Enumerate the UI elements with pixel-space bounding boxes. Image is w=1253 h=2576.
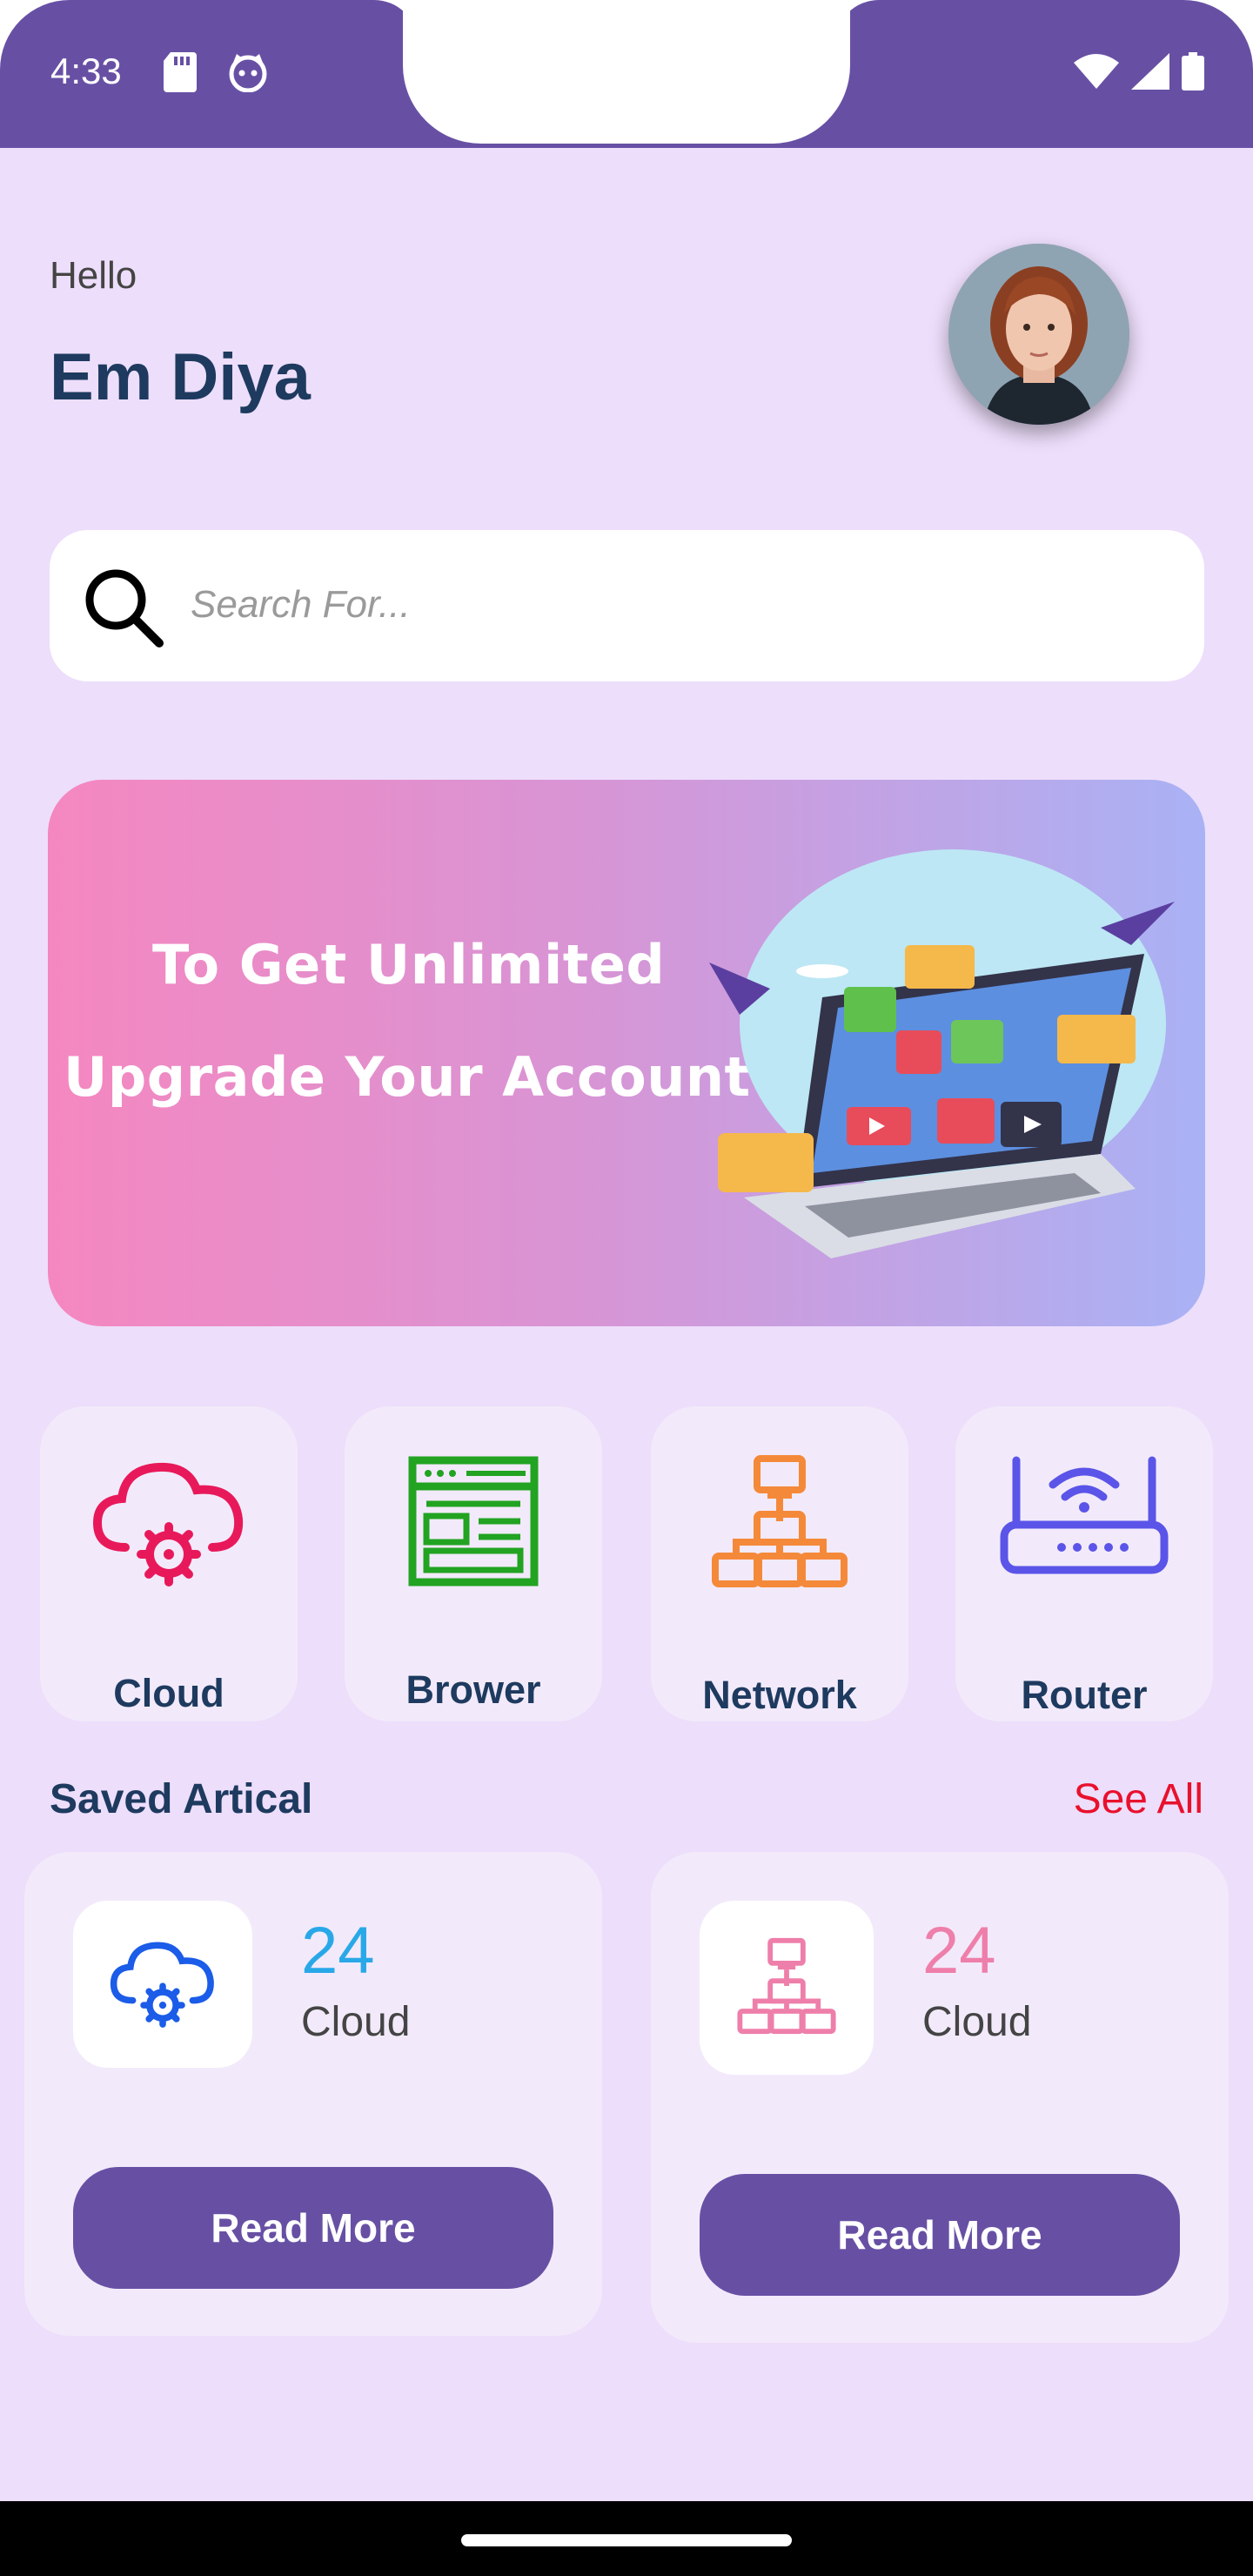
network-icon <box>736 1935 837 2041</box>
category-label: Cloud <box>113 1671 224 1715</box>
router-icon <box>997 1452 1171 1587</box>
card-icon-box <box>73 1901 252 2068</box>
card-icon-box <box>700 1901 874 2075</box>
home-indicator[interactable] <box>461 2534 792 2546</box>
see-all-link[interactable]: See All <box>1074 1775 1203 1823</box>
category-brower[interactable]: Brower <box>345 1406 602 1721</box>
user-name: Em Diya <box>50 340 311 414</box>
upgrade-banner[interactable]: To Get Unlimited Upgrade Your Account <box>48 780 1205 1326</box>
battery-icon <box>1182 52 1204 95</box>
read-more-button[interactable]: Read More <box>700 2174 1180 2296</box>
status-bar: 4:33 <box>0 0 1253 148</box>
card-count: 24 <box>301 1914 375 1988</box>
saved-article-card[interactable]: 24 Cloud Read More <box>24 1852 602 2336</box>
avatar[interactable] <box>948 244 1129 425</box>
cloud-gear-icon <box>108 1935 218 2035</box>
greeting-text: Hello <box>50 254 137 297</box>
signal-icon <box>1131 53 1169 94</box>
saved-article-card[interactable]: 24 Cloud Read More <box>651 1852 1229 2343</box>
cat-face-icon <box>228 52 268 97</box>
category-network[interactable]: Network <box>651 1406 908 1721</box>
laptop-illustration <box>709 849 1175 1258</box>
category-label: Brower <box>405 1667 541 1712</box>
card-count: 24 <box>922 1914 996 1988</box>
read-more-button[interactable]: Read More <box>73 2167 553 2289</box>
home-screen: 4:33 Hello Em Diya Search For... To Get … <box>0 0 1253 2576</box>
browser-window-icon <box>404 1452 543 1595</box>
category-label: Network <box>702 1673 857 1717</box>
banner-line-1: To Get Unlimited <box>152 933 666 996</box>
sd-card-icon <box>164 52 197 97</box>
search-input[interactable] <box>191 572 1148 638</box>
status-time: 4:33 <box>50 50 122 91</box>
category-label: Router <box>1021 1673 1148 1717</box>
section-title: Saved Artical <box>50 1776 313 1822</box>
search-bar[interactable] <box>50 530 1204 681</box>
wifi-icon <box>1074 54 1119 93</box>
system-nav-bar <box>0 2501 1253 2576</box>
camera-notch <box>403 0 850 144</box>
network-icon <box>710 1452 849 1595</box>
category-cloud[interactable]: Cloud <box>40 1406 298 1721</box>
search-icon[interactable] <box>81 565 168 656</box>
cloud-gear-icon <box>90 1452 247 1595</box>
category-router[interactable]: Router <box>955 1406 1213 1721</box>
banner-line-2: Upgrade Your Account <box>64 1045 751 1109</box>
avatar-portrait <box>948 244 1129 425</box>
card-title: Cloud <box>922 1999 1032 2045</box>
card-title: Cloud <box>301 1999 411 2045</box>
